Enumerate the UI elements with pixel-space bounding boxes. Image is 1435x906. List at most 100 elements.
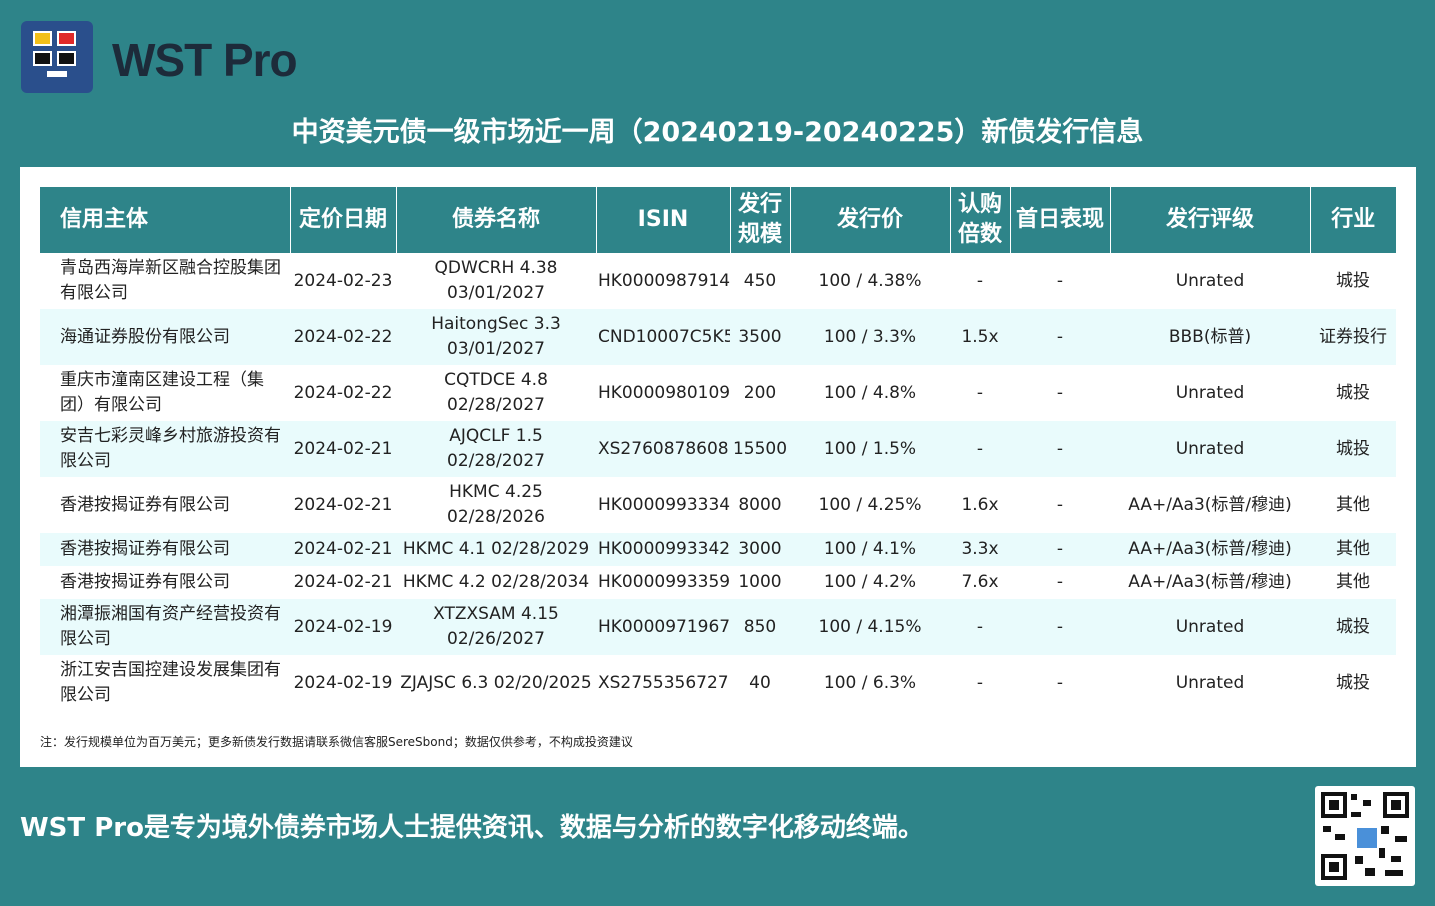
cell-isin: XS2755356727 (598, 672, 729, 693)
cell-isin: HK0000971967 (596, 599, 730, 655)
cell-first-day: - (1056, 572, 1064, 592)
cell-industry: 证券投行 (1310, 309, 1396, 365)
cell-price: 100 / 3.3% (790, 309, 950, 365)
header-pricing-date: 定价日期 (290, 187, 397, 253)
cell-size: 3000 (730, 533, 790, 566)
cell-isin: XS2760878608 (596, 421, 730, 477)
wst-logo-icon (21, 21, 93, 93)
cell-issuer: 香港按揭证券有限公司 (60, 494, 230, 515)
cell-price: 100 / 4.25% (818, 494, 922, 515)
cell-industry: 其他 (1336, 572, 1370, 592)
cell-subscription: 1.6x (961, 494, 999, 515)
cell-size: 1000 (738, 572, 782, 592)
cell-size: 200 (743, 382, 777, 403)
brand-name: WST Pro (112, 34, 298, 86)
cell-isin: HK00009933344 (598, 494, 730, 515)
table-row: 海通证券股份有限公司 2024-02-22 HaitongSec 3.3 03/01… (40, 309, 1396, 365)
cell-industry: 城投 (1310, 421, 1396, 477)
table-row: 青岛西海岸新区融合控股集团有限公司 2024-02-23 QDWCRH 4.38 0… (40, 253, 1396, 309)
cell-industry: 城投 (1336, 270, 1370, 291)
cell-pricing-date: 2024-02-19 (290, 599, 396, 655)
cell-bond-name: HKMC 4.25 02/28/2026 (447, 482, 545, 527)
cell-bond-name: QDWCRH 4.38 03/01/2027 (434, 258, 558, 303)
cell-isin: HK0000980109 (598, 382, 730, 403)
cell-pricing-date: 2024-02-21 (290, 533, 396, 566)
cell-rating: Unrated (1110, 421, 1310, 477)
cell-pricing-date: 2024-02-22 (293, 382, 393, 403)
cell-bond-name: HKMC 4.1 02/28/2029 (396, 533, 596, 566)
cell-bond-name: CQTDCE 4.8 02/28/2027 (444, 370, 548, 415)
cell-first-day: - (1056, 672, 1064, 693)
cell-first-day: - (1056, 494, 1064, 515)
cell-issuer: 浙江安吉国控建设发展集团有限公司 (60, 660, 281, 705)
cell-price: 100 / 4.8% (823, 382, 917, 403)
cell-pricing-date: 2024-02-19 (293, 672, 393, 693)
cell-pricing-date: 2024-02-21 (293, 572, 393, 592)
cell-industry: 城投 (1336, 382, 1370, 403)
cell-price: 100 / 4.1% (790, 533, 950, 566)
header-issuer: 信用主体 (40, 187, 291, 253)
cell-price: 100 / 1.5% (790, 421, 950, 477)
cell-bond-name: ZJAJSC 6.3 02/20/2025 (400, 672, 592, 693)
page-title: 中资美元债一级市场近一周（20240219-20240225）新债发行信息 (291, 117, 1144, 148)
header-rating: 发行评级 (1110, 187, 1311, 253)
cell-issuer: 安吉七彩灵峰乡村旅游投资有限公司 (40, 421, 290, 477)
cell-pricing-date: 2024-02-23 (293, 270, 393, 291)
footnote: 注：发行规模单位为百万美元；更多新债发行数据请联系微信客服SereSbond；数… (40, 735, 633, 749)
table-row: 重庆市潼南区建设工程（集团）有限公司 2024-02-22 CQTDCE 4.8 0… (40, 365, 1396, 421)
table-row: 湘潭振湘国有资产经营投资有限公司 2024-02-19 XTZXSAM 4.15 0… (40, 599, 1396, 655)
cell-subscription: - (976, 382, 984, 403)
cell-first-day: - (1056, 382, 1064, 403)
cell-industry: 其他 (1310, 533, 1396, 566)
cell-subscription: 1.5x (950, 309, 1010, 365)
table-row: 浙江安吉国控建设发展集团有限公司 2024-02-19 ZJAJSC 6.3 02/… (40, 655, 1396, 711)
cell-bond-name: HaitongSec 3.3 03/01/2027 (396, 309, 596, 365)
cell-rating: AA+/Aa3(标普/穆迪) (1110, 533, 1310, 566)
cell-price: 100 / 6.3% (823, 672, 917, 693)
cell-bond-name: HKMC 4.2 02/28/2034 (402, 572, 590, 592)
cell-pricing-date: 2024-02-21 (290, 421, 396, 477)
cell-subscription: 7.6x (961, 572, 999, 592)
tagline: WST Pro是专为境外债券市场人士提供资讯、数据与分析的数字化移动终端。 (20, 813, 924, 843)
cell-price: 100 / 4.2% (823, 572, 917, 592)
header-subscription: 认购倍数 (950, 187, 1011, 253)
cell-size: 3500 (730, 309, 790, 365)
cell-issuer: 香港按揭证券有限公司 (40, 533, 290, 566)
cell-subscription: - (976, 672, 984, 693)
cell-rating: Unrated (1175, 270, 1245, 291)
cell-first-day: - (1010, 309, 1110, 365)
cell-subscription: 3.3x (950, 533, 1010, 566)
table-row: 香港按揭证券有限公司 2024-02-21 HKMC 4.2 02/28/2034 H… (40, 566, 1396, 599)
cell-pricing-date: 2024-02-22 (290, 309, 396, 365)
cell-isin: HK0000987914 (598, 270, 730, 291)
table-row: 香港按揭证券有限公司 2024-02-21 HKMC 4.1 02/28/2029 H… (40, 533, 1396, 566)
table-row: 安吉七彩灵峰乡村旅游投资有限公司 2024-02-21 AJQCLF 1.5 02/… (40, 421, 1396, 477)
cell-issuer: 湘潭振湘国有资产经营投资有限公司 (40, 599, 290, 655)
cell-bond-name: XTZXSAM 4.15 02/26/2027 (396, 599, 596, 655)
table-row: 香港按揭证券有限公司 2024-02-21 HKMC 4.25 02/28/2026… (40, 477, 1396, 533)
cell-issuer: 海通证券股份有限公司 (40, 309, 290, 365)
cell-isin: HK00009933596 (598, 572, 730, 592)
cell-rating: AA+/Aa3(标普/穆迪) (1128, 572, 1292, 592)
cell-price: 100 / 4.38% (818, 270, 922, 291)
cell-rating: Unrated (1175, 672, 1245, 693)
cell-pricing-date: 2024-02-21 (293, 494, 393, 515)
cell-size: 8000 (738, 494, 782, 515)
cell-issuer: 重庆市潼南区建设工程（集团）有限公司 (60, 370, 264, 415)
cell-first-day: - (1010, 421, 1110, 477)
cell-subscription: - (950, 599, 1010, 655)
header-size: 发行规模 (730, 187, 791, 253)
cell-isin: HK00009933425 (596, 533, 730, 566)
header-bond-name: 债券名称 (396, 187, 597, 253)
cell-subscription: - (950, 421, 1010, 477)
cell-issuer: 香港按揭证券有限公司 (60, 572, 230, 592)
cell-industry: 城投 (1310, 599, 1396, 655)
cell-first-day: - (1010, 599, 1110, 655)
cell-bond-name: AJQCLF 1.5 02/28/2027 (396, 421, 596, 477)
cell-industry: 其他 (1336, 494, 1370, 515)
cell-rating: Unrated (1175, 382, 1245, 403)
header-first-day: 首日表现 (1010, 187, 1111, 253)
table-header-row: 信用主体 定价日期 债券名称 ISIN 发行规模 发行价 认购倍数 首日表现 发… (40, 187, 1396, 253)
cell-size: 450 (743, 270, 777, 291)
cell-subscription: - (976, 270, 984, 291)
